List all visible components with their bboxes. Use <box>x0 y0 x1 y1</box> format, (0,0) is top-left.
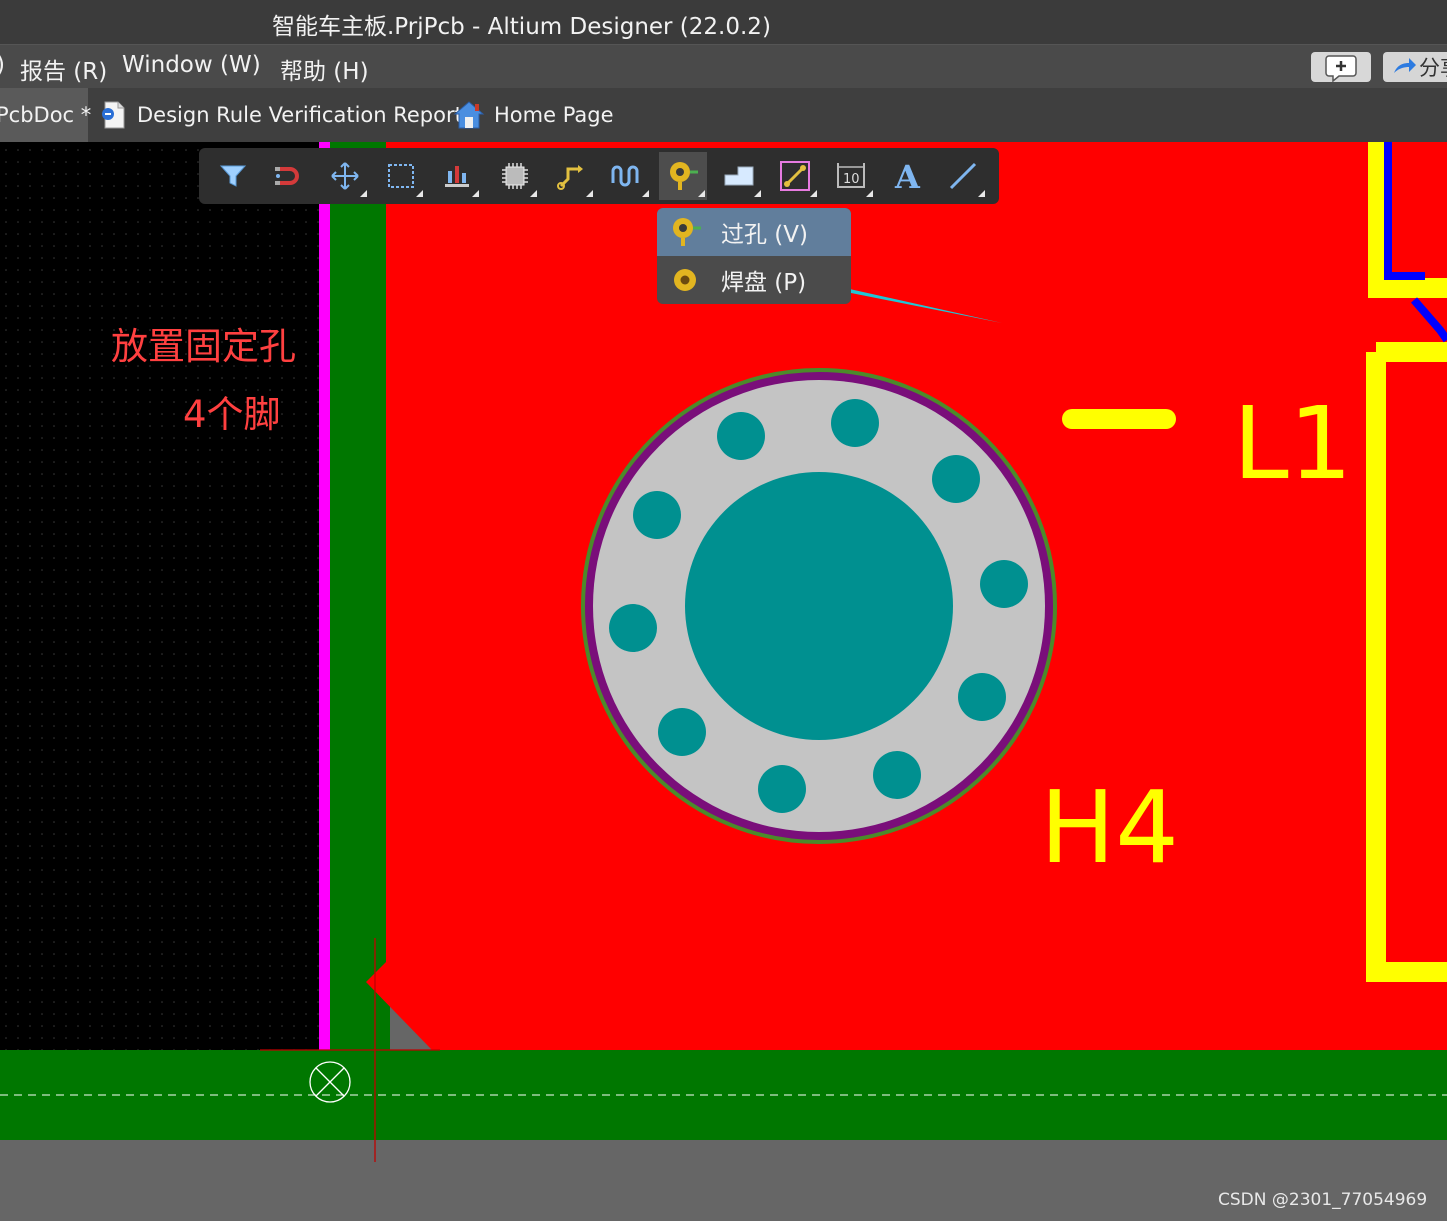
via-icon <box>673 218 701 246</box>
component-icon <box>502 163 528 189</box>
share-arrow-icon <box>1394 58 1416 73</box>
active-bar-toolbar: 10 A <box>199 148 999 204</box>
menu-item-window[interactable]: Window (W) <box>122 52 261 78</box>
route-icon <box>557 165 583 190</box>
menu-item-label: 过孔 (V) <box>721 222 808 248</box>
via-icon <box>670 162 698 190</box>
svg-text:A: A <box>894 159 921 193</box>
svg-text:10: 10 <box>843 172 860 187</box>
share-button[interactable]: 分享 <box>1383 52 1447 82</box>
add-comment-icon <box>1325 55 1357 83</box>
fill-button[interactable] <box>715 152 763 200</box>
snap-icon <box>275 167 299 185</box>
filter-icon <box>219 165 247 187</box>
region-button[interactable] <box>771 152 819 200</box>
designator-h4: H4 <box>1040 769 1179 886</box>
fill-icon <box>724 166 754 186</box>
menu-item-pad[interactable]: 焊盘 (P) <box>657 256 851 304</box>
filter-button[interactable] <box>209 152 257 200</box>
title-bar: 智能车主板.PrjPcb - Altium Designer (22.0.2) <box>0 0 1447 44</box>
comment-button[interactable] <box>1311 52 1371 83</box>
via-button[interactable] <box>659 152 707 200</box>
tab-label: Home Page <box>494 103 614 127</box>
watermark-text: CSDN @2301_77054969 <box>1218 1190 1428 1210</box>
keepout-line <box>319 142 330 1050</box>
component-button[interactable] <box>491 152 539 200</box>
menu-item-reports[interactable]: 报告 (R) <box>20 52 107 86</box>
dimension-button[interactable]: 10 <box>827 152 875 200</box>
text-button[interactable]: A <box>883 152 931 200</box>
move-icon <box>331 162 359 190</box>
tab-label: PcbDoc * <box>0 103 92 127</box>
home-icon <box>453 101 485 129</box>
annotation-line1: 放置固定孔 <box>111 325 296 368</box>
menu-item-partial[interactable]: ) <box>0 52 5 78</box>
align-icon <box>445 166 469 187</box>
report-document-icon <box>102 101 125 129</box>
menu-item-help[interactable]: 帮助 (H) <box>280 52 369 86</box>
tab-pcbdoc[interactable]: PcbDoc * <box>0 88 92 142</box>
region-icon <box>780 161 810 191</box>
designator-l1: L1 <box>1233 385 1352 502</box>
text-icon: A <box>894 159 921 193</box>
line-button[interactable] <box>939 152 987 200</box>
move-button[interactable] <box>321 152 369 200</box>
align-button[interactable] <box>433 152 481 200</box>
bottom-layer-strip <box>330 142 390 1050</box>
select-button[interactable] <box>377 152 425 200</box>
grid-region <box>0 142 322 1050</box>
line-icon <box>949 162 977 190</box>
menu-bar: ) 报告 (R) Window (W) 帮助 (H) 分享 <box>0 44 1447 89</box>
select-icon <box>388 164 414 188</box>
tab-drc-report[interactable]: Design Rule Verification Report <box>100 88 463 142</box>
window-title: 智能车主板.PrjPcb - Altium Designer (22.0.2) <box>272 14 771 40</box>
menu-item-via[interactable]: 过孔 (V) <box>657 208 851 256</box>
document-tab-bar: PcbDoc * Design Rule Verification Report… <box>0 88 1447 142</box>
tab-home-page[interactable]: Home Page <box>453 88 614 142</box>
via-dropdown-menu: 过孔 (V) 焊盘 (P) <box>657 208 851 304</box>
menu-item-label: 焊盘 (P) <box>721 270 807 296</box>
snap-button[interactable] <box>265 152 313 200</box>
pad-icon <box>674 269 696 291</box>
tune-button[interactable] <box>603 152 651 200</box>
annotation-line2: 4个脚 <box>183 393 281 436</box>
share-label: 分享 <box>1419 56 1447 80</box>
tune-icon <box>611 165 639 187</box>
route-button[interactable] <box>547 152 595 200</box>
tab-label: Design Rule Verification Report <box>137 103 463 127</box>
mounting-hole-h4 <box>581 368 1057 844</box>
dimension-icon: 10 <box>837 163 865 188</box>
